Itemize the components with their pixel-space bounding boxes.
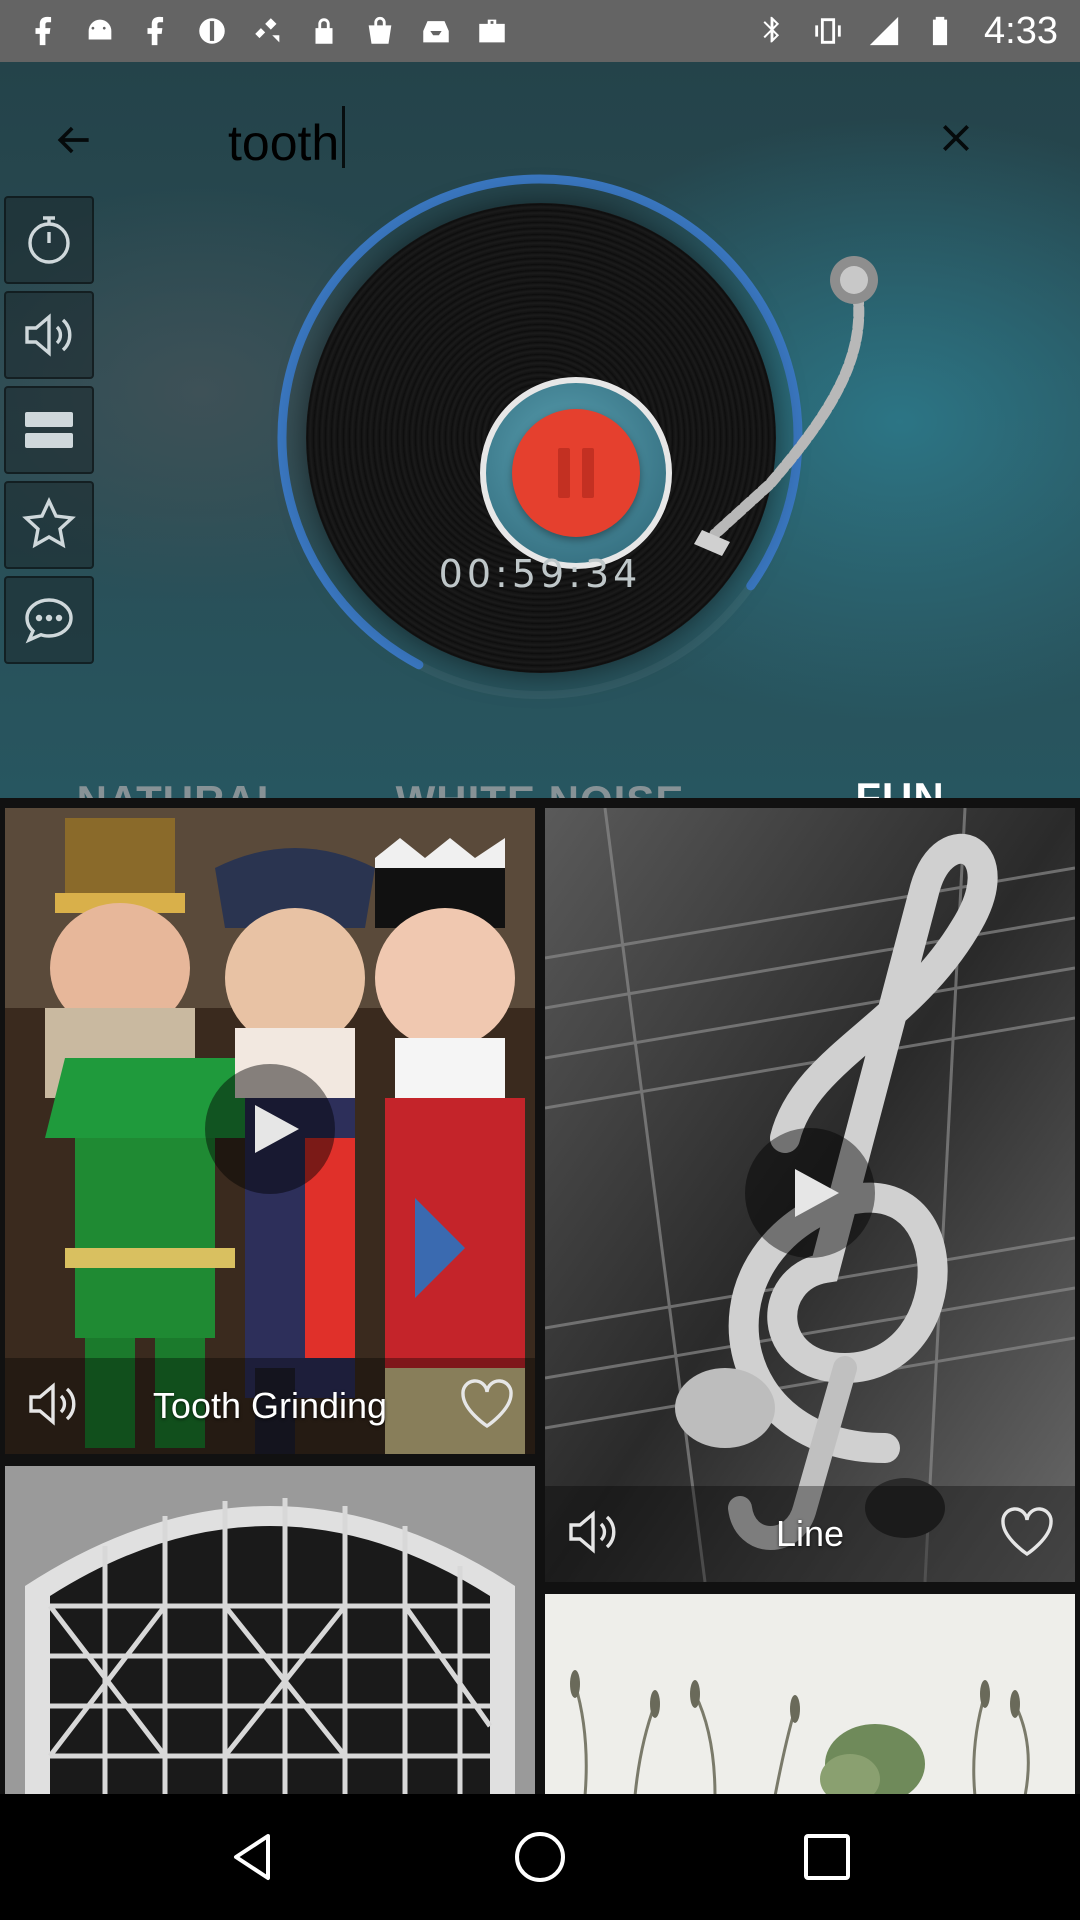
volume-toggle[interactable] [23,1374,83,1439]
nav-home-button[interactable] [495,1812,585,1902]
system-icons: 4:33 [754,10,1058,53]
play-icon [795,1169,839,1217]
clock: 4:33 [984,9,1058,52]
player-area: 00:59:34 NATURAL WHITE NOISE FUN [0,62,1080,860]
sound-title: Tooth Grinding [152,1385,388,1426]
text-caret [342,106,345,168]
timer-button[interactable] [4,196,94,284]
android-icon [82,13,118,49]
play-icon [255,1105,299,1153]
clear-search-button[interactable] [930,112,982,164]
sound-card[interactable] [545,1594,1075,1794]
bag-icon [362,13,398,49]
back-button[interactable] [44,110,104,170]
vibrate-icon [810,13,846,49]
list-icon [25,412,73,448]
nfc-icon [194,13,230,49]
nav-back-button[interactable] [208,1812,298,1902]
briefcase-icon [474,13,510,49]
star-icon [22,496,76,549]
sound-card[interactable]: Line [545,808,1075,1582]
navigation-bar [0,1794,1080,1920]
lock-icon [306,13,342,49]
volume-toggle[interactable] [563,1502,623,1567]
signal-icon [866,13,902,49]
sleep-timer: 00:59:34 [438,552,642,596]
battery-icon [922,13,958,49]
iron-gate-thumbnail [5,1466,535,1794]
sound-card-bar: Tooth Grinding [5,1358,535,1454]
satellite-icon [250,13,286,49]
nav-recents-button[interactable] [782,1812,872,1902]
chat-icon [25,598,73,644]
menu-button[interactable] [4,386,94,474]
side-toolbar [4,196,96,671]
status-bar: 4:33 [0,0,1080,62]
arrow-left-icon [57,126,89,154]
favorite-toggle[interactable] [997,1502,1057,1567]
sound-card-bar: Line [545,1486,1075,1582]
stopwatch-icon [28,216,70,264]
back-triangle-icon [234,1834,271,1880]
pause-icon [558,448,594,498]
sound-card[interactable]: Tooth Grinding [5,808,535,1454]
heart-icon [1001,1506,1053,1556]
inbox-icon [418,13,454,49]
sound-card[interactable] [5,1466,535,1794]
volume-button[interactable] [4,291,94,379]
grass-field-thumbnail [545,1594,1075,1794]
play-button[interactable] [745,1128,875,1258]
facebook-icon [26,13,62,49]
recents-square-icon [803,1834,850,1880]
facebook-icon [138,13,174,49]
sound-grid: Tooth Grinding Line [0,798,1080,1794]
heart-icon [461,1378,513,1428]
close-icon [943,125,969,151]
favorites-button[interactable] [4,481,94,569]
bluetooth-icon [754,13,790,49]
home-circle-icon [514,1832,565,1882]
sound-title: Line [775,1513,845,1554]
chat-button[interactable] [4,576,94,664]
speaker-icon [569,1509,616,1554]
speaker-icon [29,1381,76,1426]
play-button[interactable] [205,1064,335,1194]
speaker-icon [25,313,72,357]
notification-icons [26,13,510,49]
favorite-toggle[interactable] [457,1374,517,1439]
